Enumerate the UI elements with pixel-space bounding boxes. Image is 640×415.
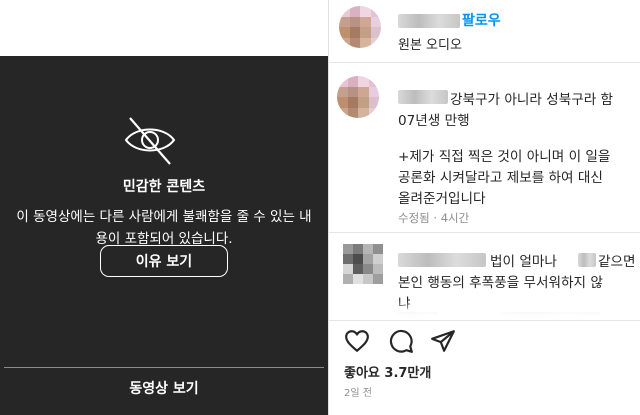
blurred-username	[398, 253, 486, 267]
comment-line: +제가 직접 찍은 것이 아니며 이 일을	[398, 149, 611, 165]
post-date: 2일 전	[344, 388, 372, 399]
eye-slash-icon	[124, 117, 176, 165]
follow-button[interactable]: 팔로우	[462, 10, 501, 30]
divider	[4, 367, 324, 368]
likes-count[interactable]: 좋아요 3.7만개	[344, 362, 431, 381]
share-icon[interactable]	[430, 328, 456, 354]
watch-video-button[interactable]: 동영상 보기	[0, 378, 328, 398]
blurred-username	[398, 90, 448, 104]
blurred-word	[578, 253, 596, 267]
divider	[329, 62, 640, 63]
avatar[interactable]	[343, 244, 383, 284]
divider	[329, 232, 640, 233]
avatar[interactable]	[339, 6, 381, 48]
blurred-username	[398, 14, 460, 28]
comment-line: 강북구가 아니라 성북구라 함	[450, 92, 614, 108]
comment-line: 같으면	[598, 254, 636, 270]
avatar[interactable]	[337, 76, 379, 118]
comment-line: 공론화 시켜달라고 제보를 하여 대신	[398, 170, 603, 186]
sensitive-content-overlay: 민감한 콘텐츠 이 동영상에는 다른 사람에게 불쾌함을 줄 수 있는 내용이 …	[0, 56, 328, 415]
comment-meta: 수정됨 · 4시간	[398, 211, 470, 225]
divider	[329, 320, 640, 321]
heart-icon[interactable]	[344, 328, 370, 354]
sensitive-description: 이 동영상에는 다른 사람에게 불쾌함을 줄 수 있는 내용이 포함되어 있습니…	[16, 209, 312, 247]
audio-label[interactable]: 원본 오디오	[398, 34, 462, 53]
comment-line: 본인 행동의 후폭풍을 무서워하지 않	[398, 275, 603, 291]
scroll-fade	[329, 300, 640, 322]
comment-line: 법이 얼마나	[490, 254, 557, 270]
see-reason-button[interactable]: 이유 보기	[100, 245, 228, 277]
comment-icon[interactable]	[388, 328, 414, 354]
comment-line: 올려준거입니다	[398, 191, 486, 207]
sensitive-title: 민감한 콘텐츠	[122, 179, 206, 195]
comment-line: 07년생 만행	[398, 113, 470, 129]
